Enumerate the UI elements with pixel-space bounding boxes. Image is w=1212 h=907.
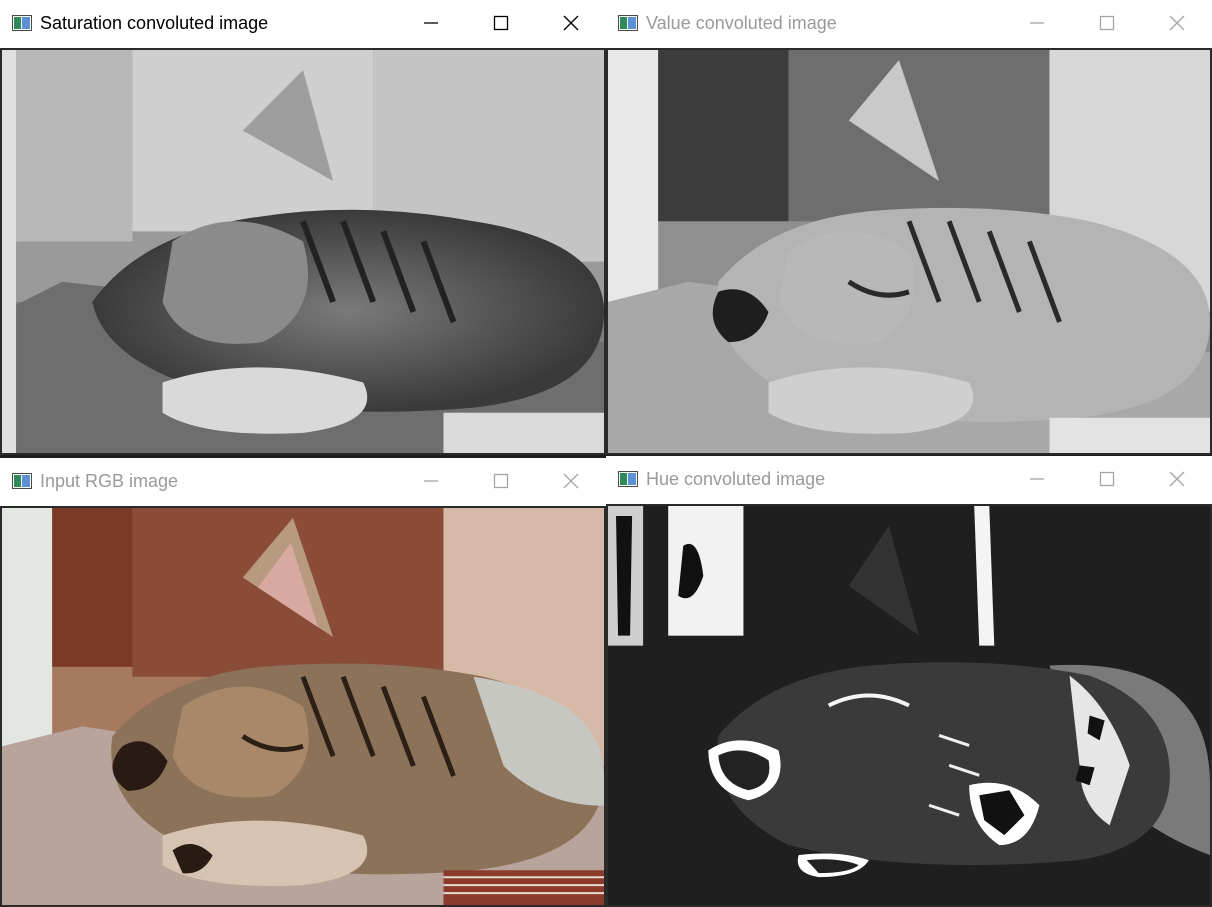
minimize-icon [1029,471,1045,487]
maximize-icon [493,15,509,31]
maximize-button[interactable] [1072,0,1142,46]
close-icon [563,15,579,31]
hue-image [606,504,1212,907]
app-icon [12,473,32,489]
minimize-button[interactable] [396,0,466,46]
window-title: Hue convoluted image [646,468,826,489]
saturation-window[interactable]: Saturation convoluted image [0,0,606,455]
saturation-titlebar[interactable]: Saturation convoluted image [0,0,606,46]
window-title: Saturation convoluted image [40,12,269,33]
value-window[interactable]: Value convoluted image [606,0,1212,455]
input-image [0,506,606,907]
value-image [606,48,1212,455]
window-title: Input RGB image [40,470,179,491]
maximize-button[interactable] [466,0,536,46]
maximize-icon [493,473,509,489]
saturation-image [0,48,606,455]
minimize-button[interactable] [1002,0,1072,46]
maximize-button[interactable] [1072,456,1142,502]
input-titlebar[interactable]: Input RGB image [0,458,606,504]
app-icon [618,15,638,31]
minimize-icon [1029,15,1045,31]
close-button[interactable] [1142,456,1212,502]
close-button[interactable] [1142,0,1212,46]
maximize-icon [1099,471,1115,487]
close-button[interactable] [536,458,606,504]
hue-window[interactable]: Hue convoluted image [606,456,1212,907]
hue-titlebar[interactable]: Hue convoluted image [606,456,1212,502]
maximize-icon [1099,15,1115,31]
close-icon [563,473,579,489]
app-icon [12,15,32,31]
minimize-button[interactable] [396,458,466,504]
close-icon [1169,471,1185,487]
minimize-icon [423,473,439,489]
app-icon [618,471,638,487]
maximize-button[interactable] [466,458,536,504]
value-titlebar[interactable]: Value convoluted image [606,0,1212,46]
close-icon [1169,15,1185,31]
minimize-icon [423,15,439,31]
close-button[interactable] [536,0,606,46]
window-title: Value convoluted image [646,12,837,33]
input-window[interactable]: Input RGB image [0,458,606,907]
minimize-button[interactable] [1002,456,1072,502]
